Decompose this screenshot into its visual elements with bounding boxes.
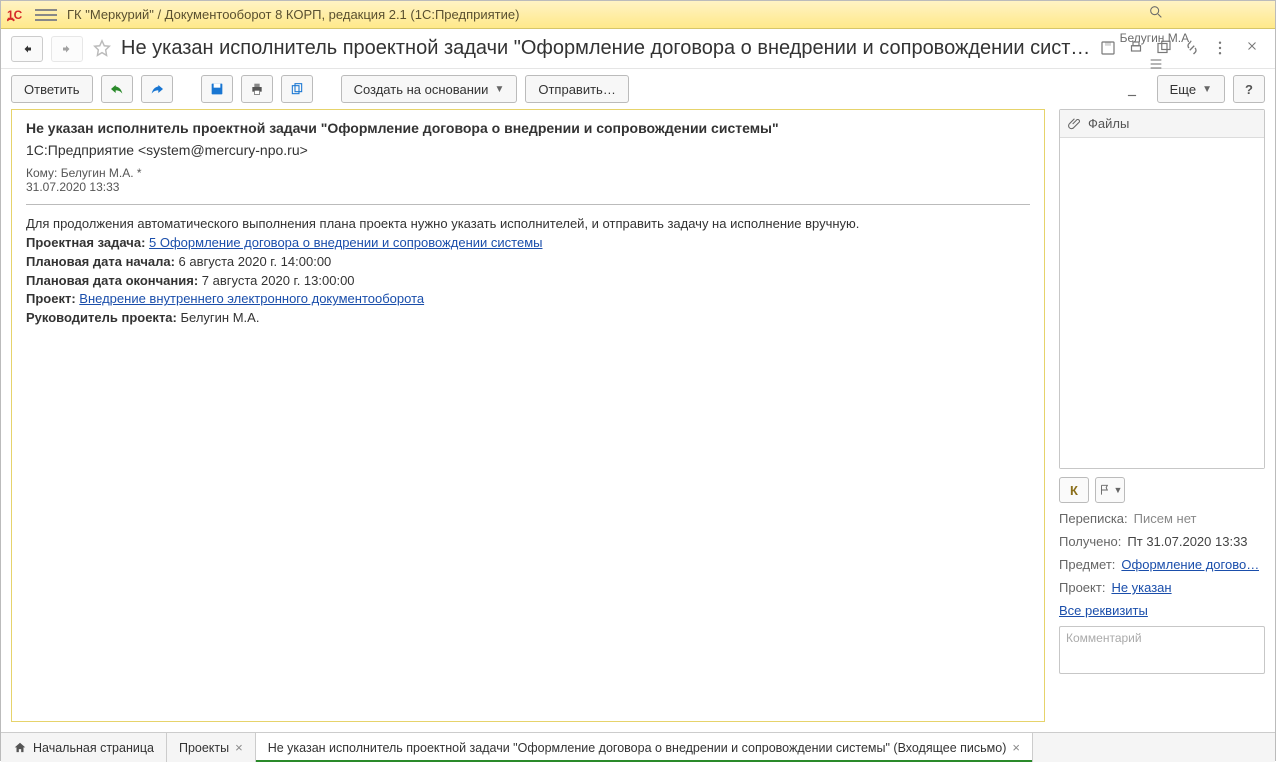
subject-row: Предмет:Оформление догово… — [1059, 557, 1265, 572]
paperclip-icon — [1068, 117, 1082, 131]
tab-home[interactable]: Начальная страница — [1, 733, 167, 762]
titlebar: 1С ГК "Меркурий" / Документооборот 8 КОР… — [1, 1, 1275, 29]
save-button[interactable] — [201, 75, 233, 103]
tab-projects-label: Проекты — [179, 741, 229, 755]
create-based-label: Создать на основании — [354, 82, 489, 97]
help-button[interactable]: ? — [1233, 75, 1265, 103]
mail-from: 1С:Предприятие <system@mercury-npo.ru> — [26, 142, 1030, 158]
files-panel: Файлы — [1059, 109, 1265, 469]
side-panel: Файлы К ▼ Переписка:Писем нет Получено:П… — [1055, 109, 1275, 732]
favorite-star-icon[interactable] — [91, 38, 113, 60]
forward-button[interactable] — [141, 75, 173, 103]
print-page-icon[interactable] — [1127, 39, 1147, 59]
close-icon[interactable]: × — [235, 740, 243, 755]
nav-forward-button — [51, 36, 83, 62]
project-link[interactable]: Внедрение внутреннего электронного докум… — [79, 291, 424, 306]
manager-label: Руководитель проекта: — [26, 310, 177, 325]
all-props-link[interactable]: Все реквизиты — [1059, 603, 1148, 618]
tab-current[interactable]: Не указан исполнитель проектной задачи "… — [256, 733, 1033, 762]
copy-button[interactable] — [281, 75, 313, 103]
close-icon[interactable]: × — [1012, 740, 1020, 755]
print-button[interactable] — [241, 75, 273, 103]
thread-value: Писем нет — [1134, 511, 1197, 526]
end-value: 7 августа 2020 г. 13:00:00 — [202, 273, 355, 288]
received-value: Пт 31.07.2020 13:33 — [1127, 534, 1247, 549]
k-button[interactable]: К — [1059, 477, 1089, 503]
side-project-row: Проект:Не указан — [1059, 580, 1265, 595]
close-tab-icon[interactable] — [1245, 39, 1265, 59]
files-body — [1060, 138, 1264, 468]
comment-box[interactable]: Комментарий — [1059, 626, 1265, 674]
start-label: Плановая дата начала: — [26, 254, 175, 269]
caret-down-icon: ▼ — [1202, 84, 1212, 95]
task-link[interactable]: 5 Оформление договора о внедрении и сопр… — [149, 235, 542, 250]
task-label: Проектная задача: — [26, 235, 145, 250]
mail-date: 31.07.2020 13:33 — [26, 180, 1030, 194]
start-value: 6 августа 2020 г. 14:00:00 — [179, 254, 332, 269]
create-based-on-button[interactable]: Создать на основании ▼ — [341, 75, 518, 103]
window-title: ГК "Меркурий" / Документооборот 8 КОРП, … — [67, 7, 1049, 22]
mail-to: Кому: Белугин М.А. * — [26, 166, 1030, 180]
flag-button[interactable]: ▼ — [1095, 477, 1125, 503]
project-label: Проект: — [26, 291, 76, 306]
mail-body: Для продолжения автоматического выполнен… — [26, 215, 1030, 328]
nav-back-button[interactable] — [11, 36, 43, 62]
app-logo-icon: 1С — [7, 6, 29, 24]
tab-home-label: Начальная страница — [33, 741, 154, 755]
new-window-icon[interactable] — [1155, 39, 1175, 59]
page-title: Не указан исполнитель проектной задачи "… — [121, 37, 1091, 60]
mail-subject: Не указан исполнитель проектной задачи "… — [26, 120, 1030, 136]
mail-pane: Не указан исполнитель проектной задачи "… — [1, 109, 1055, 732]
files-label: Файлы — [1088, 116, 1129, 131]
menu-icon[interactable] — [35, 4, 57, 26]
end-label: Плановая дата окончания: — [26, 273, 198, 288]
search-icon[interactable] — [1147, 3, 1165, 21]
more-vert-icon[interactable] — [1211, 39, 1231, 59]
bottom-tabs: Начальная страница Проекты × Не указан и… — [1, 732, 1275, 762]
link-icon[interactable] — [1183, 39, 1203, 59]
received-row: Получено:Пт 31.07.2020 13:33 — [1059, 534, 1265, 549]
main-area: Не указан исполнитель проектной задачи "… — [1, 109, 1275, 732]
reply-button[interactable]: Ответить — [11, 75, 93, 103]
mail-content: Не указан исполнитель проектной задачи "… — [11, 109, 1045, 722]
more-button[interactable]: Еще ▼ — [1157, 75, 1225, 103]
reply-all-button[interactable] — [101, 75, 133, 103]
send-button[interactable]: Отправить… — [525, 75, 628, 103]
side-project-link[interactable]: Не указан — [1111, 580, 1171, 595]
subject-link[interactable]: Оформление догово… — [1121, 557, 1259, 572]
files-header[interactable]: Файлы — [1060, 110, 1264, 138]
save-page-icon[interactable] — [1099, 39, 1119, 59]
tab-projects[interactable]: Проекты × — [167, 733, 256, 762]
minimize-icon[interactable] — [1123, 83, 1141, 101]
manager-value: Белугин М.А. — [181, 310, 260, 325]
tab-current-label: Не указан исполнитель проектной задачи "… — [268, 741, 1007, 755]
more-label: Еще — [1170, 82, 1196, 97]
body-intro: Для продолжения автоматического выполнен… — [26, 215, 1030, 234]
caret-down-icon: ▼ — [494, 84, 504, 95]
thread-row: Переписка:Писем нет — [1059, 511, 1265, 526]
home-icon — [13, 741, 27, 755]
